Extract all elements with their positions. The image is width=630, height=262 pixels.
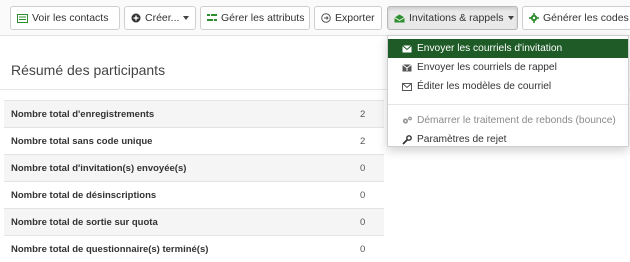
row-value: 0: [360, 216, 366, 228]
row-label: Nombre total de désinscriptions: [11, 189, 157, 201]
table-row: Nombre total de désinscriptions 0: [4, 182, 384, 209]
export-button[interactable]: Exporter: [314, 6, 382, 30]
table-row: Nombre total d'enregistrements 2: [4, 101, 384, 128]
create-label: Créer...: [145, 12, 180, 24]
table-row: Nombre total de sortie sur quota 0: [4, 209, 384, 236]
menu-item-label: Éditer les modèles de courriel: [417, 81, 552, 92]
menu-item-label: Envoyer les courriels d'invitation: [417, 43, 563, 54]
manage-attributes-button[interactable]: Gérer les attributs: [200, 6, 310, 30]
chevron-down-icon: [183, 16, 190, 20]
create-dropdown-button[interactable]: Créer...: [124, 6, 196, 30]
view-contacts-label: Voir les contacts: [32, 12, 109, 24]
table-row: Nombre total de questionnaire(s) terminé…: [4, 236, 384, 262]
menu-item-rejection-settings[interactable]: Paramètres de rejet: [388, 130, 628, 149]
manage-attributes-label: Gérer les attributs: [221, 12, 305, 24]
table-row: Nombre total d'invitation(s) envoyée(s) …: [4, 155, 384, 182]
table-row: Nombre total sans code unique 2: [4, 128, 384, 155]
invitations-reminders-label: Invitations & rappels: [409, 12, 504, 24]
row-value: 2: [360, 135, 366, 147]
menu-item-edit-templates[interactable]: Éditer les modèles de courriel: [388, 77, 628, 96]
contacts-list-icon: [17, 13, 28, 23]
menu-item-label: Paramètres de rejet: [417, 134, 507, 145]
envelope-outline-icon: [402, 82, 415, 91]
toolbar: Voir les contacts Créer... Gérer les att…: [0, 0, 630, 36]
cogs-icon: [402, 116, 415, 125]
generate-codes-button[interactable]: Générer les codes d: [522, 6, 630, 30]
attributes-icon: [207, 13, 217, 23]
envelope-icon: [402, 44, 415, 53]
row-label: Nombre total de questionnaire(s) terminé…: [11, 243, 209, 255]
row-value: 2: [360, 108, 366, 120]
wrench-icon: [402, 134, 415, 145]
row-value: 0: [360, 243, 366, 255]
menu-item-label: Démarrer le traitement de rebonds (bounc…: [417, 115, 616, 126]
view-contacts-button[interactable]: Voir les contacts: [10, 6, 120, 30]
menu-item-label: Envoyer les courriels de rappel: [417, 62, 557, 73]
participants-summary-table: Nombre total d'enregistrements 2 Nombre …: [4, 100, 384, 262]
invitations-reminders-button[interactable]: Invitations & rappels: [387, 6, 518, 30]
menu-item-send-invitations[interactable]: Envoyer les courriels d'invitation: [388, 39, 628, 58]
row-value: 0: [360, 162, 366, 174]
row-value: 0: [360, 189, 366, 201]
row-label: Nombre total sans code unique: [11, 135, 153, 147]
invitations-dropdown-menu: Envoyer les courriels d'invitation Envoy…: [387, 35, 629, 147]
plus-circle-icon: [131, 13, 141, 23]
menu-item-start-bounce-processing[interactable]: Démarrer le traitement de rebonds (bounc…: [388, 111, 628, 130]
envelope-open-icon: [394, 14, 405, 23]
row-label: Nombre total de sortie sur quota: [11, 216, 158, 228]
export-icon: [321, 13, 331, 23]
row-label: Nombre total d'invitation(s) envoyée(s): [11, 162, 187, 174]
chevron-down-icon: [507, 16, 514, 20]
generate-codes-label: Générer les codes d: [543, 12, 630, 24]
row-label: Nombre total d'enregistrements: [11, 108, 155, 120]
export-label: Exporter: [335, 12, 375, 24]
menu-item-send-reminders[interactable]: Envoyer les courriels de rappel: [388, 58, 628, 77]
gear-icon: [529, 13, 539, 23]
menu-divider: [388, 104, 628, 105]
page-title: Résumé des participants: [11, 62, 166, 78]
envelope-alert-icon: [402, 63, 415, 72]
